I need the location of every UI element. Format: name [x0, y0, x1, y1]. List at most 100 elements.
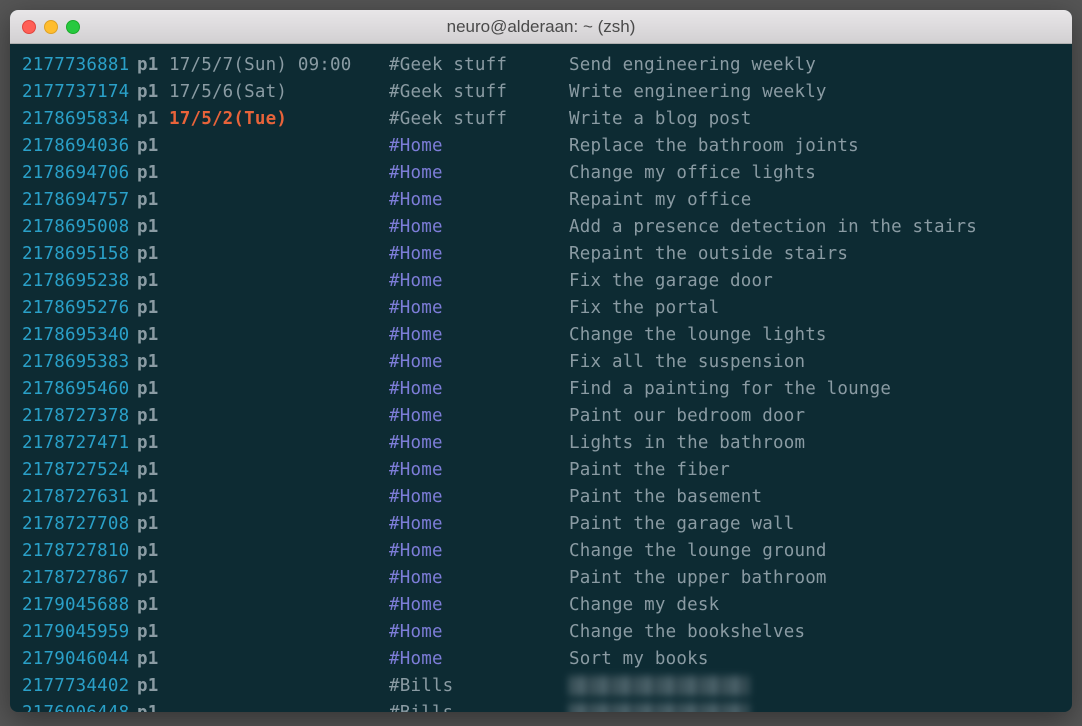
task-priority: p1 — [137, 322, 169, 349]
task-tag: #Home — [389, 160, 569, 187]
task-priority: p1 — [137, 268, 169, 295]
task-text: Repaint my office — [569, 187, 752, 214]
task-date — [169, 241, 389, 268]
task-date — [169, 403, 389, 430]
task-tag: #Home — [389, 565, 569, 592]
task-priority: p1 — [137, 511, 169, 538]
task-text: Add a presence detection in the stairs — [569, 214, 977, 241]
task-date — [169, 430, 389, 457]
task-priority: p1 — [137, 295, 169, 322]
task-id: 2178694706 — [22, 160, 137, 187]
task-row: 2179045959p1#HomeChange the bookshelves — [22, 619, 1060, 646]
task-tag: #Home — [389, 133, 569, 160]
close-button[interactable] — [22, 20, 36, 34]
task-text: Paint the basement — [569, 484, 762, 511]
task-text: Fix all the suspension — [569, 349, 805, 376]
task-tag: #Home — [389, 322, 569, 349]
task-date — [169, 457, 389, 484]
zoom-button[interactable] — [66, 20, 80, 34]
task-text: Paint the upper bathroom — [569, 565, 827, 592]
task-priority: p1 — [137, 187, 169, 214]
task-id: 2178727631 — [22, 484, 137, 511]
task-tag: #Home — [389, 592, 569, 619]
task-row: 2178695383p1 #HomeFix all the suspension — [22, 349, 1060, 376]
task-date: 17/5/2(Tue) — [169, 106, 389, 133]
task-date — [169, 295, 389, 322]
task-priority: p1 — [137, 52, 169, 79]
terminal-body[interactable]: 2177736881p117/5/7(Sun) 09:00#Geek stuff… — [10, 44, 1072, 712]
task-row: 2177734402p1#Bills — [22, 673, 1060, 700]
task-id: 2178695834 — [22, 106, 137, 133]
task-date — [169, 511, 389, 538]
task-text: Fix the garage door — [569, 268, 773, 295]
task-date — [169, 592, 389, 619]
task-date — [169, 619, 389, 646]
task-id: 2179046044 — [22, 646, 137, 673]
task-priority: p1 — [137, 484, 169, 511]
task-text: Change the lounge lights — [569, 322, 827, 349]
task-tag: #Home — [389, 538, 569, 565]
task-id: 2178727471 — [22, 430, 137, 457]
task-row: 2178695834p117/5/2(Tue)#Geek stuffWrite … — [22, 106, 1060, 133]
task-text: Lights in the bathroom — [569, 430, 805, 457]
task-date — [169, 376, 389, 403]
task-row: 2178694706p1#HomeChange my office lights — [22, 160, 1060, 187]
task-tag: #Home — [389, 646, 569, 673]
task-row: 2178694757p1#HomeRepaint my office — [22, 187, 1060, 214]
task-row: 2178695238p1#HomeFix the garage door — [22, 268, 1060, 295]
task-row: 2177736881p117/5/7(Sun) 09:00#Geek stuff… — [22, 52, 1060, 79]
task-id: 2178695158 — [22, 241, 137, 268]
task-tag: #Home — [389, 214, 569, 241]
minimize-button[interactable] — [44, 20, 58, 34]
task-id: 2178695008 — [22, 214, 137, 241]
task-tag: #Home — [389, 619, 569, 646]
task-text: Repaint the outside stairs — [569, 241, 848, 268]
task-priority: p1 — [137, 133, 169, 160]
task-priority: p1 — [137, 457, 169, 484]
task-tag: #Home — [389, 457, 569, 484]
window-title: neuro@alderaan: ~ (zsh) — [22, 17, 1060, 37]
task-id: 2178727810 — [22, 538, 137, 565]
task-text: Change the lounge ground — [569, 538, 827, 565]
task-date — [169, 133, 389, 160]
task-row: 2178695460p1#HomeFind a painting for the… — [22, 376, 1060, 403]
task-text: Replace the bathroom joints — [569, 133, 859, 160]
task-tag: #Geek stuff — [389, 79, 569, 106]
task-id: 2176006448 — [22, 700, 137, 712]
task-id: 2178694036 — [22, 133, 137, 160]
task-text: Change my office lights — [569, 160, 816, 187]
task-tag: #Geek stuff — [389, 106, 569, 133]
task-date: 17/5/6(Sat) — [169, 79, 389, 106]
task-text: Paint the garage wall — [569, 511, 794, 538]
task-text: Write engineering weekly — [569, 79, 827, 106]
task-id: 2177737174 — [22, 79, 137, 106]
task-date — [169, 160, 389, 187]
task-tag: #Home — [389, 268, 569, 295]
task-date — [169, 187, 389, 214]
task-text: Write a blog post — [569, 106, 752, 133]
task-tag: #Home — [389, 349, 569, 376]
task-date — [169, 349, 389, 376]
task-tag: #Home — [389, 511, 569, 538]
task-priority: p1 — [137, 646, 169, 673]
task-priority: p1 — [137, 349, 169, 376]
task-id: 2178695383 — [22, 349, 137, 376]
task-row: 2179045688p1#HomeChange my desk — [22, 592, 1060, 619]
task-id: 2179045688 — [22, 592, 137, 619]
task-text-blurred — [569, 676, 749, 696]
terminal-window: neuro@alderaan: ~ (zsh) 2177736881p117/5… — [10, 10, 1072, 712]
task-row: 2178727471p1#HomeLights in the bathroom — [22, 430, 1060, 457]
task-text: Change my desk — [569, 592, 719, 619]
task-date — [169, 565, 389, 592]
task-text: Paint our bedroom door — [569, 403, 805, 430]
task-text: Fix the portal — [569, 295, 719, 322]
task-date — [169, 214, 389, 241]
task-id: 2178695340 — [22, 322, 137, 349]
task-text: Sort my books — [569, 646, 709, 673]
task-id: 2177734402 — [22, 673, 137, 700]
traffic-lights — [22, 20, 80, 34]
task-row: 2179046044p1 #HomeSort my books — [22, 646, 1060, 673]
task-row: 2178727631p1#HomePaint the basement — [22, 484, 1060, 511]
task-id: 2177736881 — [22, 52, 137, 79]
task-row: 2178695276p1#HomeFix the portal — [22, 295, 1060, 322]
